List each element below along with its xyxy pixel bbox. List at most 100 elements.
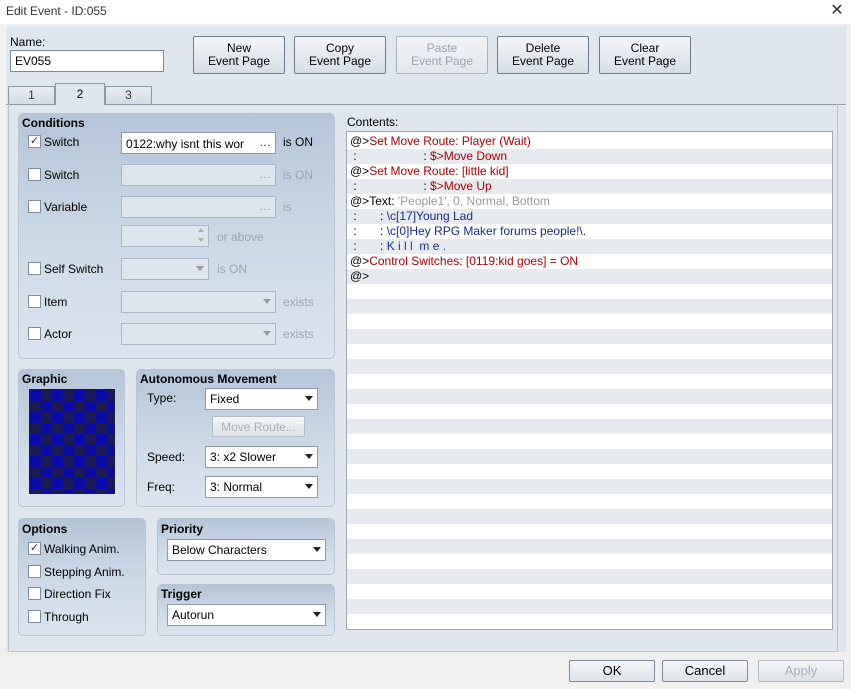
variable-field[interactable]: …: [121, 196, 276, 218]
variable-checkbox[interactable]: [28, 200, 41, 213]
chevron-down-icon: [196, 266, 204, 271]
content-row[interactable]: @>Text: 'People1', 0, Normal, Bottom: [347, 194, 832, 209]
content-row[interactable]: [347, 584, 832, 599]
content-row[interactable]: @>Set Move Route: [little kid]: [347, 164, 832, 179]
walking-anim-checkbox[interactable]: ✓: [28, 542, 41, 555]
tab-page-1[interactable]: 1: [8, 86, 55, 104]
type-select[interactable]: Fixed: [205, 388, 318, 410]
actor-suffix: exists: [283, 327, 314, 341]
switch2-field[interactable]: …: [121, 164, 276, 186]
tab-page-2[interactable]: 2: [55, 83, 105, 105]
content-row[interactable]: @>Control Switches: [0119:kid goes] = ON: [347, 254, 832, 269]
spin-down-icon[interactable]: [198, 238, 204, 242]
self-switch-select[interactable]: [121, 258, 209, 280]
priority-select[interactable]: Below Characters: [167, 539, 326, 561]
content-row[interactable]: : : K i l l m e .: [347, 239, 832, 254]
switch2-checkbox[interactable]: [28, 168, 41, 181]
switch1-field[interactable]: 0122:why isnt this wor…: [121, 132, 276, 154]
content-row[interactable]: [347, 284, 832, 299]
freq-select[interactable]: 3: Normal: [205, 476, 318, 498]
copy-event-page-button[interactable]: Copy Event Page: [294, 36, 386, 74]
self-switch-checkbox[interactable]: [28, 262, 41, 275]
content-row[interactable]: [347, 554, 832, 569]
window-title: Edit Event - ID:055: [6, 4, 107, 18]
content-row[interactable]: [347, 449, 832, 464]
content-row[interactable]: : : \c[0]Hey RPG Maker forums people!\.: [347, 224, 832, 239]
trigger-value: Autorun: [172, 608, 215, 622]
contents-label: Contents:: [347, 115, 399, 129]
stepping-anim-checkbox[interactable]: [28, 565, 41, 578]
through-checkbox[interactable]: [28, 610, 41, 623]
priority-title: Priority: [161, 522, 204, 536]
content-row[interactable]: [347, 494, 832, 509]
actor-select[interactable]: [121, 323, 276, 345]
content-row[interactable]: [347, 524, 832, 539]
speed-select[interactable]: 3: x2 Slower: [205, 446, 318, 468]
content-row[interactable]: [347, 299, 832, 314]
contents-list[interactable]: @>Set Move Route: Player (Wait) : : $>Mo…: [346, 131, 833, 630]
content-row[interactable]: [347, 479, 832, 494]
content-row[interactable]: @>: [347, 269, 832, 284]
ok-button[interactable]: OK: [569, 660, 655, 682]
name-input[interactable]: EV055: [10, 50, 164, 72]
item-suffix: exists: [283, 295, 314, 309]
content-row[interactable]: [347, 569, 832, 584]
content-segment: @>: [350, 194, 370, 208]
close-icon[interactable]: ✕: [828, 2, 846, 20]
freq-label: Freq:: [147, 480, 176, 494]
clear-event-page-button[interactable]: Clear Event Page: [599, 36, 691, 74]
chevron-down-icon: [263, 299, 271, 304]
apply-button[interactable]: Apply: [758, 660, 844, 682]
item-checkbox[interactable]: [28, 295, 41, 308]
delete-event-page-button[interactable]: Delete Event Page: [497, 36, 589, 74]
switch1-checkbox[interactable]: ✓: [28, 135, 41, 148]
content-row[interactable]: [347, 509, 832, 524]
content-segment: \c[0]Hey RPG Maker forums people!\.: [386, 224, 587, 238]
content-row[interactable]: [347, 434, 832, 449]
content-row[interactable]: [347, 314, 832, 329]
content-row[interactable]: [347, 344, 832, 359]
spin-up-icon[interactable]: [198, 228, 204, 232]
content-row[interactable]: : : $>Move Down: [347, 149, 832, 164]
switch1-suffix: is ON: [283, 135, 313, 149]
item-select[interactable]: [121, 291, 276, 313]
content-segment: : :: [350, 179, 431, 193]
tab-page-3[interactable]: 3: [105, 86, 152, 104]
content-segment: $>Move Down: [430, 149, 508, 163]
content-row[interactable]: [347, 359, 832, 374]
content-row[interactable]: [347, 374, 832, 389]
switch1-label: Switch: [44, 135, 80, 149]
content-row[interactable]: : : \c[17]Young Lad: [347, 209, 832, 224]
speed-value: 3: x2 Slower: [210, 450, 277, 464]
content-row[interactable]: @>Set Move Route: Player (Wait): [347, 134, 832, 149]
content-segment: Control Switches: [0119:kid goes] = ON: [369, 254, 579, 268]
variable-suffix: is: [283, 200, 292, 214]
content-segment: : :: [350, 224, 387, 238]
cancel-button[interactable]: Cancel: [662, 660, 748, 682]
content-row[interactable]: [347, 329, 832, 344]
graphic-preview[interactable]: [29, 389, 115, 494]
content-row[interactable]: [347, 389, 832, 404]
content-row[interactable]: [347, 614, 832, 629]
graphic-title: Graphic: [22, 372, 68, 386]
content-row[interactable]: [347, 539, 832, 554]
new-event-page-button[interactable]: New Event Page: [193, 36, 285, 74]
content-row[interactable]: : : $>Move Up: [347, 179, 832, 194]
content-segment: @>: [350, 254, 370, 268]
actor-checkbox[interactable]: [28, 327, 41, 340]
content-row[interactable]: [347, 419, 832, 434]
trigger-select[interactable]: Autorun: [167, 604, 326, 626]
move-route-button[interactable]: Move Route...: [212, 416, 305, 437]
variable-value-spinner[interactable]: [121, 225, 209, 247]
content-segment: Set Move Route: Player (Wait): [369, 134, 531, 148]
paste-event-page-button[interactable]: Paste Event Page: [396, 36, 488, 74]
switch2-label: Switch: [44, 168, 80, 182]
direction-fix-checkbox[interactable]: [28, 587, 41, 600]
content-segment: Set Move Route: [little kid]: [369, 164, 509, 178]
content-row[interactable]: [347, 404, 832, 419]
variable-label: Variable: [44, 200, 88, 214]
content-row[interactable]: [347, 464, 832, 479]
self-switch-label: Self Switch: [44, 262, 104, 276]
content-row[interactable]: [347, 599, 832, 614]
conditions-title: Conditions: [22, 116, 85, 130]
